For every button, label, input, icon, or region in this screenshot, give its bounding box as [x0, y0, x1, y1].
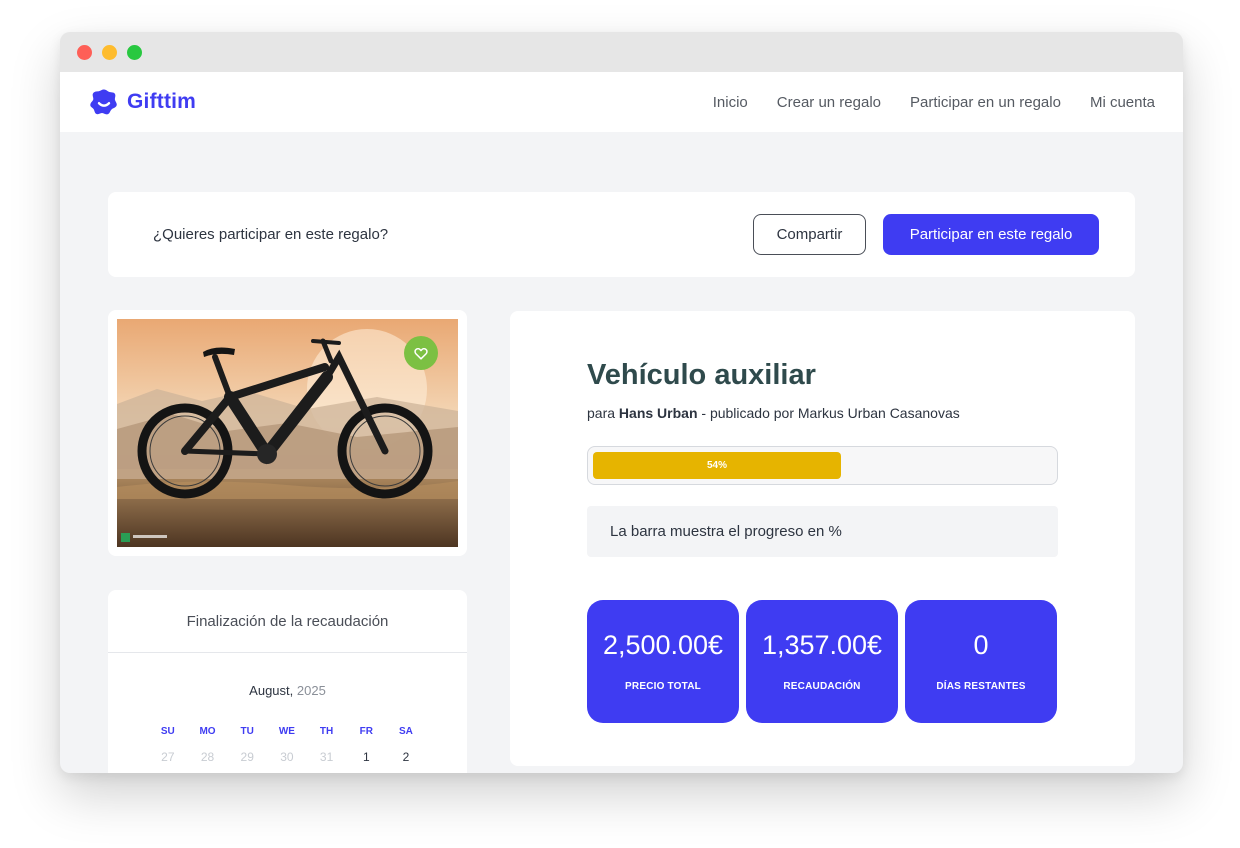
nav-link-inicio[interactable]: Inicio: [713, 94, 748, 111]
calendar-heading: Finalización de la recaudación: [108, 590, 467, 653]
window-titlebar: [60, 32, 1183, 72]
browser-window: Gifttim Inicio Crear un regalo Participa…: [60, 32, 1183, 773]
weekday-label: TH: [319, 726, 334, 737]
participation-prompt-card: ¿Quieres participar en este regalo? Comp…: [108, 192, 1135, 277]
stat-value: 0: [973, 630, 989, 660]
stat-label: DÍAS RESTANTES: [936, 681, 1026, 692]
calendar-year: 2025: [296, 683, 326, 698]
weekday-label: MO: [199, 726, 216, 737]
calendar-day[interactable]: 1: [346, 750, 386, 764]
calendar-day[interactable]: 30: [267, 750, 307, 764]
weekday-label: TU: [240, 726, 254, 737]
calendar-day[interactable]: 28: [188, 750, 228, 764]
nav-link-participar-regalo[interactable]: Participar en un regalo: [910, 94, 1061, 111]
stat-collected: 1,357.00€ RECAUDACIÓN: [746, 600, 898, 723]
close-window-button[interactable]: [77, 45, 92, 60]
recipient-name: Hans Urban: [618, 405, 698, 421]
stat-days-remaining: 0 DÍAS RESTANTES: [905, 600, 1057, 723]
heart-icon: [414, 347, 428, 360]
gift-title: Vehículo auxiliar: [587, 359, 816, 391]
calendar-day[interactable]: 31: [307, 750, 347, 764]
smiley-blob-icon: [90, 89, 117, 115]
publisher-info: - publicado por Markus Urban Casanovas: [701, 405, 960, 421]
gift-subtitle: para Hans Urban - publicado por Markus U…: [587, 405, 960, 421]
progress-note: La barra muestra el progreso en %: [587, 506, 1058, 557]
calendar-day[interactable]: 2: [386, 750, 426, 764]
calendar-day[interactable]: 29: [227, 750, 267, 764]
gift-detail-card: Vehículo auxiliar para Hans Urban - publ…: [510, 311, 1135, 766]
brand-name: Gifttim: [127, 90, 197, 113]
fundraising-end-calendar: Finalización de la recaudación August, 2…: [108, 590, 467, 773]
calendar-month: August,: [249, 683, 294, 698]
share-button[interactable]: Compartir: [753, 214, 866, 255]
nav-link-crear-regalo[interactable]: Crear un regalo: [777, 94, 881, 111]
calendar-month-label: August, 2025: [108, 683, 467, 698]
nav-link-mi-cuenta[interactable]: Mi cuenta: [1090, 94, 1155, 111]
weekday-label: WE: [278, 726, 295, 737]
recipient-prefix: para: [587, 405, 616, 421]
weekday-label: FR: [359, 726, 373, 737]
maximize-window-button[interactable]: [127, 45, 142, 60]
progress-bar: 54%: [587, 446, 1058, 485]
weekday-label: SA: [399, 726, 413, 737]
calendar-grid: SU MO TU WE TH FR SA 27 28 29 30 31 1 2: [148, 719, 426, 769]
calendar-week-row: 27 28 29 30 31 1 2: [148, 744, 426, 769]
minimize-window-button[interactable]: [102, 45, 117, 60]
stat-value: 1,357.00€: [761, 630, 883, 660]
weekday-label: SU: [160, 726, 175, 737]
stat-label: RECAUDACIÓN: [783, 681, 861, 692]
stat-total-price: 2,500.00€ PRECIO TOTAL: [587, 600, 739, 723]
favorite-button[interactable]: [404, 336, 438, 370]
join-gift-button[interactable]: Participar en este regalo: [883, 214, 1099, 255]
calendar-day[interactable]: 27: [148, 750, 188, 764]
nav-menu: Inicio Crear un regalo Participar en un …: [684, 72, 1155, 132]
stat-value: 2,500.00€: [602, 630, 724, 660]
calendar-weekday-row: SU MO TU WE TH FR SA: [148, 719, 426, 744]
brand-logo[interactable]: Gifttim: [90, 88, 196, 116]
participation-question: ¿Quieres participar en este regalo?: [153, 226, 389, 243]
stat-label: PRECIO TOTAL: [625, 681, 701, 692]
top-navbar: Gifttim Inicio Crear un regalo Participa…: [60, 72, 1183, 132]
progress-bar-fill: 54%: [593, 452, 841, 479]
